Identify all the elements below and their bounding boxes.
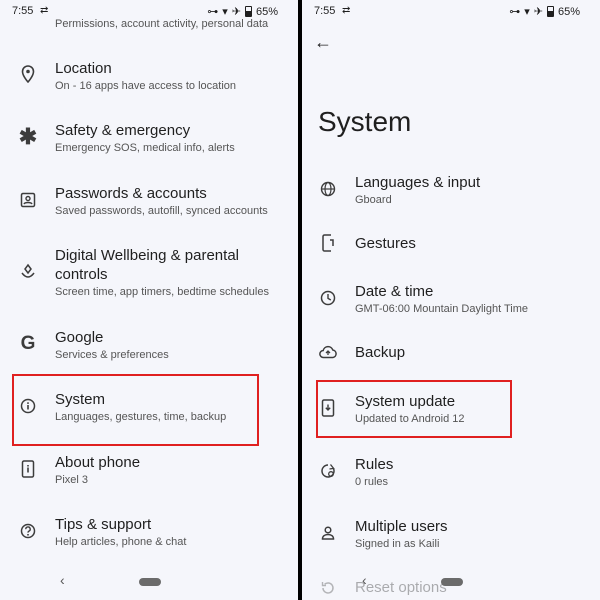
home-pill[interactable]	[139, 578, 161, 586]
wellbeing-icon	[17, 261, 39, 283]
item-title: Backup	[355, 344, 406, 361]
system-item-backup[interactable]: Backup	[302, 341, 600, 371]
settings-item-digital-wellbeing[interactable]: Digital Wellbeing & parental controls Sc…	[0, 242, 298, 304]
highlight-box	[316, 380, 512, 438]
account-box-icon	[17, 189, 39, 211]
clock-icon	[317, 287, 339, 309]
item-title: Rules	[355, 456, 394, 473]
vpn-key-icon: ⊶	[509, 6, 521, 18]
home-pill[interactable]	[441, 578, 463, 586]
back-chevron-icon[interactable]: ‹	[60, 572, 65, 588]
item-subtitle: Saved passwords, autofill, synced accoun…	[55, 205, 268, 217]
cloud-upload-icon	[317, 341, 339, 363]
phone-info-icon	[17, 458, 39, 480]
item-title: Languages & input	[355, 174, 481, 191]
notification-icon: ⇄	[342, 5, 351, 16]
privacy-item-partial[interactable]: Permissions, account activity, personal …	[0, 14, 298, 34]
settings-item-safety[interactable]: ✱ Safety & emergency Emergency SOS, medi…	[0, 117, 298, 163]
person-icon	[317, 522, 339, 544]
item-title: Google	[55, 329, 104, 346]
settings-item-google[interactable]: G Google Services & preferences	[0, 324, 298, 370]
system-item-rules[interactable]: Rules 0 rules	[302, 451, 600, 497]
item-subtitle: Services & preferences	[55, 349, 169, 361]
settings-item-about-phone[interactable]: About phone Pixel 3	[0, 449, 298, 495]
page-title: System	[318, 106, 412, 137]
item-subtitle: Permissions, account activity, personal …	[55, 18, 269, 30]
wifi-icon: ▾	[524, 6, 530, 18]
asterisk-icon: ✱	[18, 124, 38, 149]
settings-item-passwords[interactable]: Passwords & accounts Saved passwords, au…	[0, 180, 298, 226]
status-time: 7:55	[314, 5, 336, 17]
google-g-icon: G	[20, 333, 36, 354]
battery-icon	[546, 6, 554, 17]
battery-percent: 65%	[557, 5, 580, 18]
item-title-line2: controls	[55, 266, 108, 283]
rules-icon	[317, 460, 339, 482]
item-subtitle: Help articles, phone & chat	[55, 536, 187, 548]
globe-icon	[317, 178, 339, 200]
item-subtitle: GMT-06:00 Mountain Daylight Time	[355, 303, 529, 315]
system-item-languages[interactable]: Languages & input Gboard	[302, 169, 600, 215]
item-subtitle: Gboard	[355, 194, 392, 206]
item-title: Multiple users	[355, 518, 448, 535]
status-bar: 7:55 ⇄ ⊶ ▾ ✈ 65%	[302, 0, 600, 22]
help-icon	[17, 520, 39, 542]
item-subtitle: Screen time, app timers, bedtime schedul…	[55, 286, 269, 298]
highlight-box	[12, 374, 259, 446]
system-screen: 7:55 ⇄ ⊶ ▾ ✈ 65% ← System Languages & in…	[302, 0, 600, 600]
item-title: About phone	[55, 454, 141, 471]
settings-item-tips-support[interactable]: Tips & support Help articles, phone & ch…	[0, 511, 298, 557]
location-pin-icon	[17, 63, 39, 85]
item-subtitle: Emergency SOS, medical info, alerts	[55, 142, 235, 154]
navigation-bar: ‹	[0, 564, 298, 600]
item-title: Tips & support	[55, 516, 152, 533]
navigation-bar: ‹	[302, 564, 600, 600]
system-item-date-time[interactable]: Date & time GMT-06:00 Mountain Daylight …	[302, 278, 600, 324]
item-subtitle: 0 rules	[355, 476, 389, 488]
settings-item-location[interactable]: Location On - 16 apps have access to loc…	[0, 55, 298, 101]
item-title: Safety & emergency	[55, 122, 191, 139]
gesture-phone-icon	[317, 232, 339, 254]
item-title: Passwords & accounts	[55, 185, 207, 202]
system-item-multiple-users[interactable]: Multiple users Signed in as Kaili	[302, 513, 600, 559]
settings-screen: 7:55 ⇄ ⊶ ▾ ✈ 65% Permissions, account ac…	[0, 0, 298, 600]
airplane-icon: ✈	[533, 6, 543, 18]
item-subtitle: Pixel 3	[55, 474, 89, 486]
item-subtitle: On - 16 apps have access to location	[55, 80, 236, 92]
item-title: Gestures	[355, 235, 416, 252]
back-chevron-icon[interactable]: ‹	[362, 572, 367, 588]
item-subtitle: Signed in as Kaili	[355, 538, 440, 550]
item-title: Date & time	[355, 283, 434, 300]
system-item-gestures[interactable]: Gestures	[302, 232, 600, 262]
item-title: Location	[55, 60, 112, 77]
item-title-line1: Digital Wellbeing & parental	[55, 247, 239, 264]
back-arrow-icon[interactable]: ←	[314, 32, 332, 53]
